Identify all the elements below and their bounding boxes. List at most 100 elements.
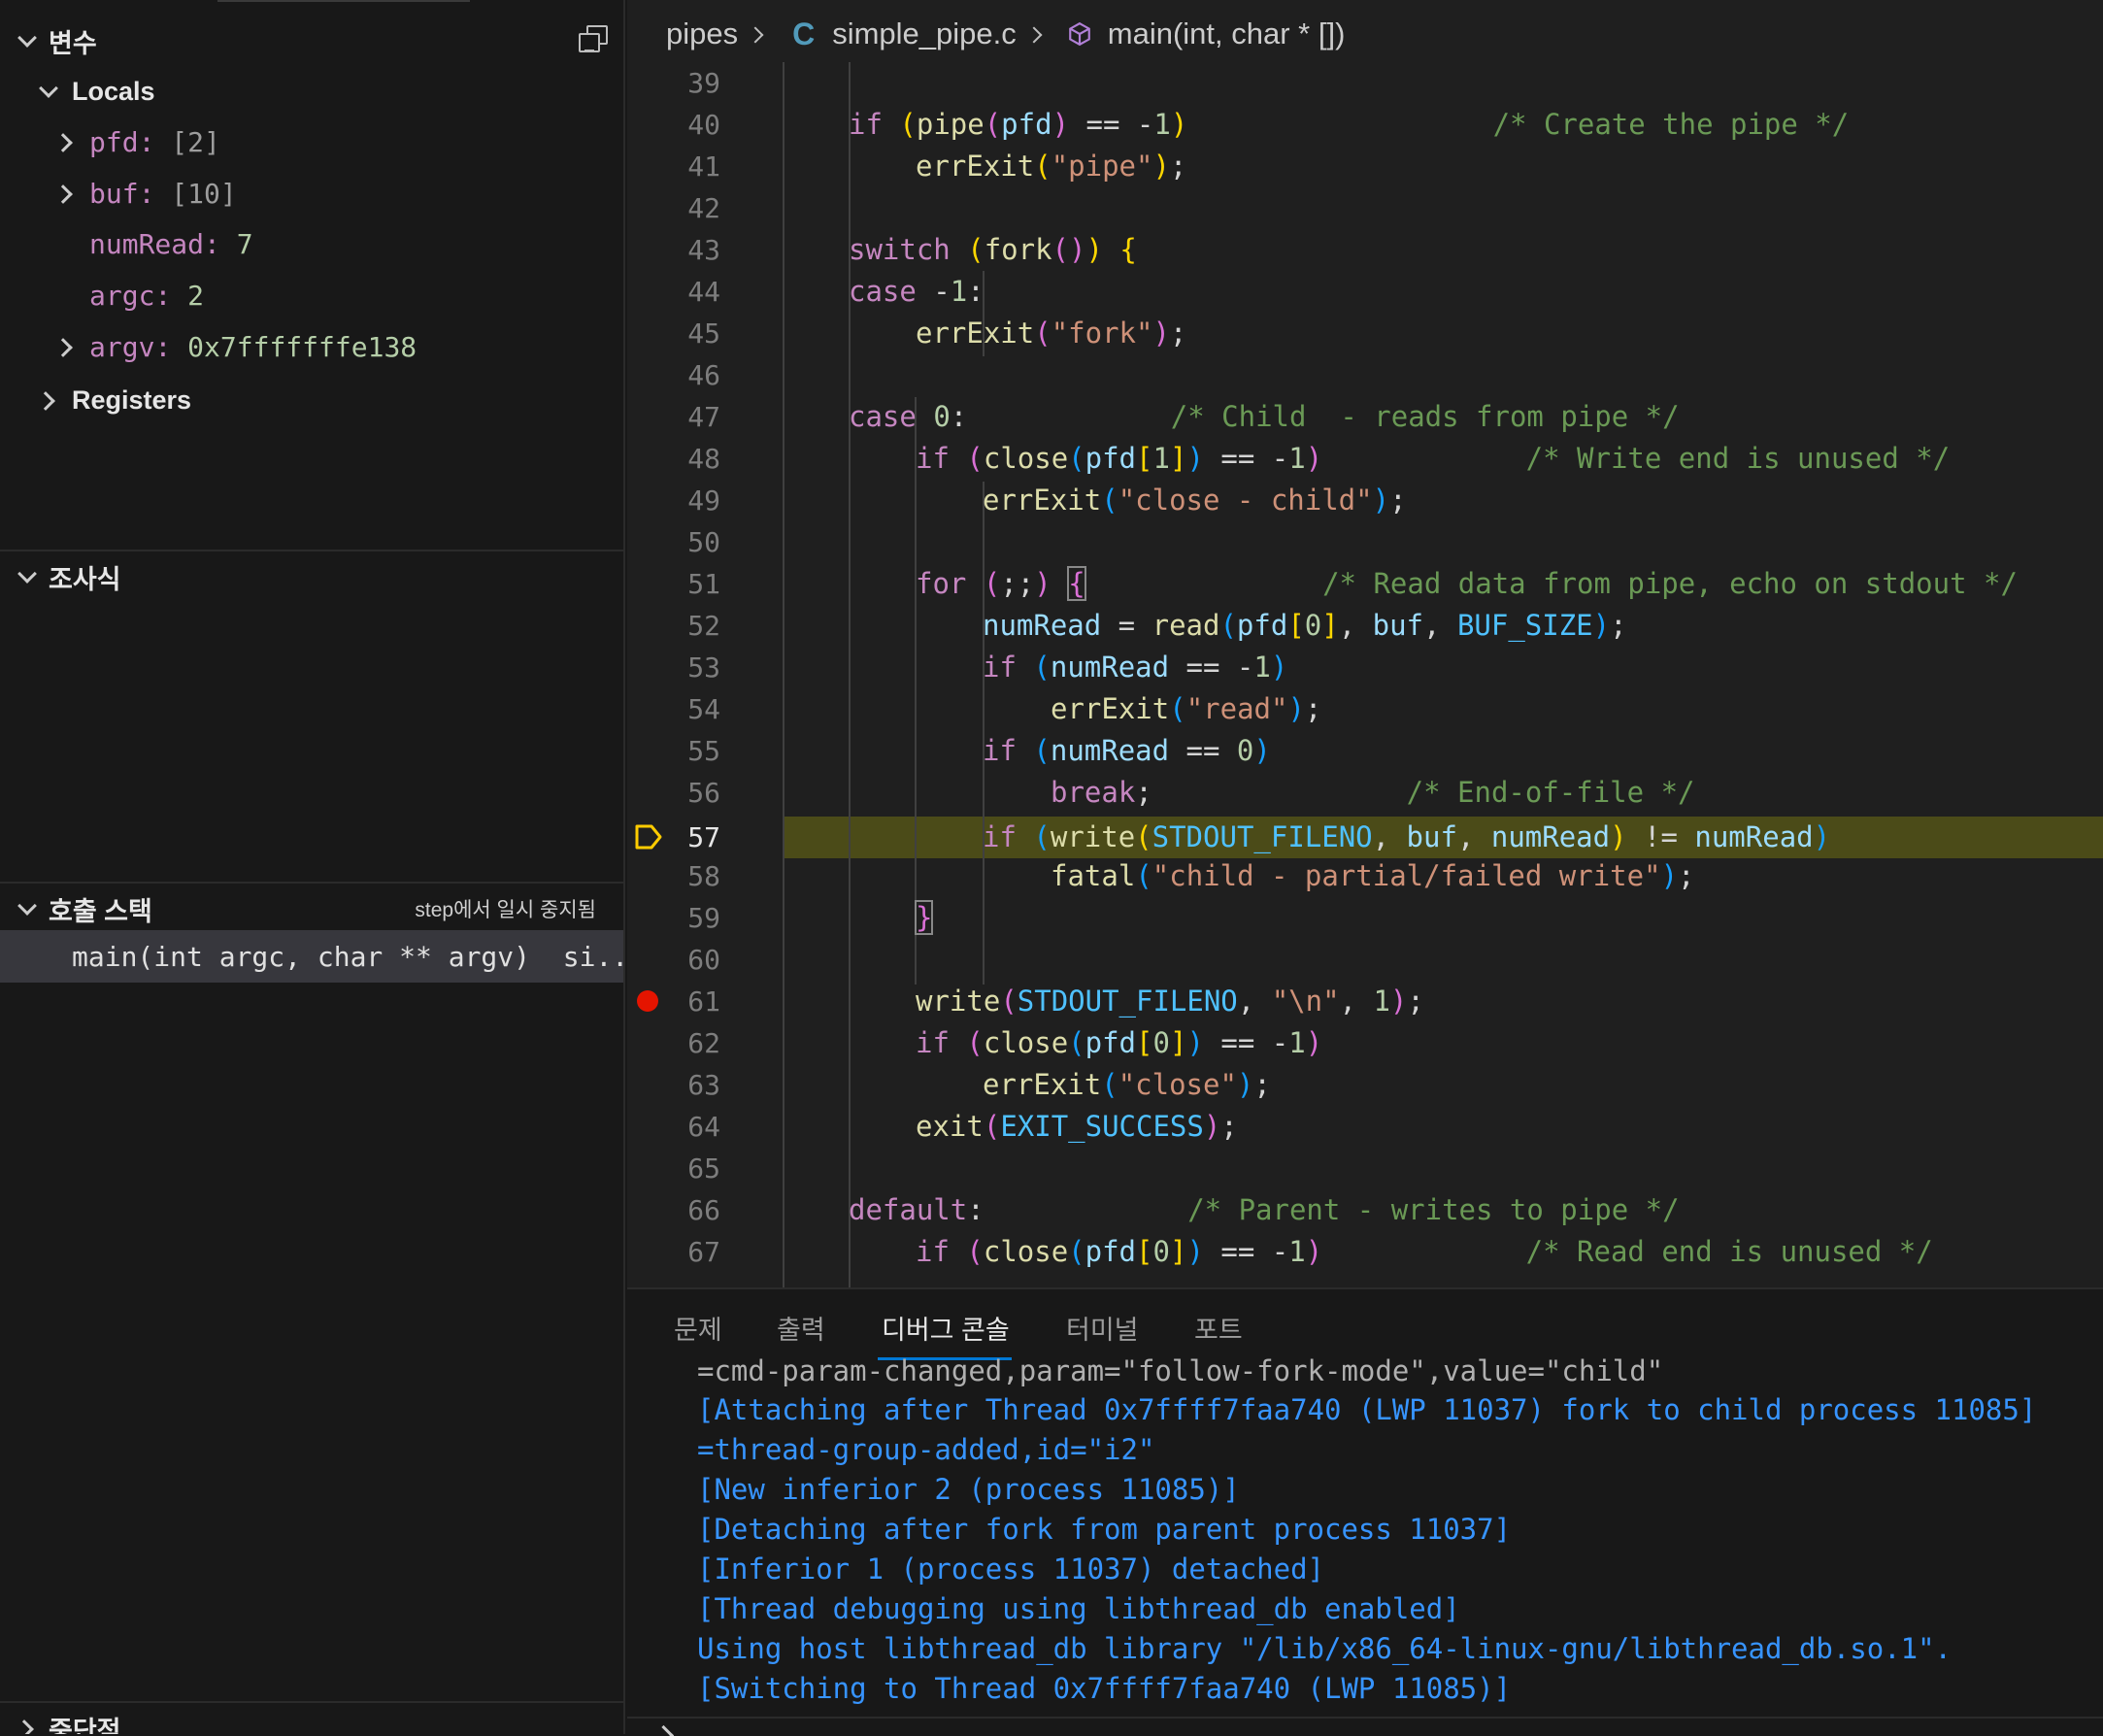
- code-line-48[interactable]: 48 if (close(pfd[1]) == -1) /* Write end…: [627, 438, 2103, 480]
- sidebar-scroll-indicator: [217, 0, 470, 2]
- tab-debug-console[interactable]: 디버그 콘솔: [882, 1309, 1010, 1347]
- bottom-panel: 문제 출력 디버그 콘솔 터미널 포트 =cmd-param-changed,p…: [627, 1287, 2103, 1736]
- console-line: Using host libthread_db library "/lib/x8…: [697, 1632, 1953, 1665]
- locals-scope[interactable]: Locals: [0, 66, 623, 117]
- c-language-icon: C: [792, 16, 816, 51]
- code-line-60[interactable]: 60: [627, 939, 2103, 981]
- call-stack-frame[interactable]: main(int argc, char ** argv) si...: [0, 930, 623, 983]
- code-line-62[interactable]: 62 if (close(pfd[0]) == -1): [627, 1022, 2103, 1064]
- code-line-39[interactable]: 39: [627, 62, 2103, 104]
- code-line-67[interactable]: 67 if (close(pfd[0]) == -1) /* Read end …: [627, 1231, 2103, 1273]
- code-text: if (numRead == 0): [983, 734, 1271, 767]
- console-line: [Thread debugging using libthread_db ena…: [697, 1592, 1460, 1625]
- code-line-40[interactable]: 40 if (pipe(pfd) == -1) /* Create the pi…: [627, 104, 2103, 146]
- code-text: errExit("close");: [983, 1068, 1271, 1101]
- code-line-42[interactable]: 42: [627, 187, 2103, 229]
- line-number: 45: [687, 317, 720, 350]
- console-line: [Switching to Thread 0x7ffff7faa740 (LWP…: [697, 1672, 1512, 1705]
- variable-argv[interactable]: argv: 0x7fffffffe138: [50, 321, 417, 372]
- line-number: 46: [687, 359, 720, 391]
- call-stack-section-header[interactable]: 호출 스택 step에서 일시 중지됨: [0, 884, 623, 934]
- breadcrumb-symbol[interactable]: main(int, char * []): [1108, 17, 1346, 51]
- variable-value: 2: [187, 279, 205, 312]
- chevron-right-icon: [1026, 24, 1046, 44]
- code-line-43[interactable]: 43 switch (fork()) {: [627, 229, 2103, 271]
- variable-argc[interactable]: argc: 2: [89, 270, 204, 320]
- variable-value: 0x7fffffffe138: [187, 330, 417, 363]
- code-line-47[interactable]: 47 case 0: /* Child - reads from pipe */: [627, 396, 2103, 438]
- breakpoints-title: 중단점: [49, 1716, 121, 1735]
- code-line-61[interactable]: 61 write(STDOUT_FILENO, "\n", 1);: [627, 981, 2103, 1022]
- call-stack-status: step에서 일시 중지됨: [415, 899, 596, 921]
- line-number: 52: [687, 610, 720, 642]
- breakpoints-section-header[interactable]: 중단점: [0, 1703, 623, 1735]
- code-line-45[interactable]: 45 errExit("fork");: [627, 313, 2103, 354]
- symbol-method-icon: [1068, 21, 1090, 47]
- chevron-right-icon: [50, 126, 82, 157]
- variable-numRead[interactable]: numRead: 7: [89, 218, 253, 269]
- code-line-56[interactable]: 56 break; /* End-of-file */: [627, 772, 2103, 814]
- line-number: 48: [687, 443, 720, 475]
- console-line: [Detaching after fork from parent proces…: [697, 1513, 1512, 1546]
- variable-pfd[interactable]: pfd: [2]: [50, 117, 220, 167]
- tab-terminal[interactable]: 터미널: [1066, 1309, 1139, 1347]
- breadcrumb-folder[interactable]: pipes: [666, 17, 738, 51]
- code-text: numRead = read(pfd[0], buf, BUF_SIZE);: [983, 609, 1627, 642]
- variable-name: numRead: [89, 227, 205, 260]
- console-input[interactable]: [627, 1717, 2103, 1736]
- code-line-63[interactable]: 63 errExit("close");: [627, 1064, 2103, 1106]
- variables-title: 변수: [49, 28, 97, 58]
- line-number: 47: [687, 401, 720, 433]
- code-line-57[interactable]: 57 if (write(STDOUT_FILENO, buf, numRead…: [627, 817, 2103, 858]
- line-number: 43: [687, 234, 720, 266]
- code-line-64[interactable]: 64 exit(EXIT_SUCCESS);: [627, 1106, 2103, 1148]
- line-number: 60: [687, 944, 720, 976]
- code-line-50[interactable]: 50: [627, 521, 2103, 563]
- debug-sidebar: 변수 Locals pfd: [2] buf: [10] numRead: 7 …: [0, 0, 625, 1734]
- code-text: write(STDOUT_FILENO, "\n", 1);: [916, 985, 1424, 1018]
- code-text: errExit("pipe");: [916, 150, 1187, 183]
- code-editor: pipes C simple_pipe.c main(int, char * […: [627, 0, 2103, 1287]
- code-line-52[interactable]: 52 numRead = read(pfd[0], buf, BUF_SIZE)…: [627, 605, 2103, 647]
- line-number: 61: [687, 985, 720, 1018]
- collapse-all-icon[interactable]: [579, 25, 608, 52]
- line-number: 59: [687, 902, 720, 934]
- variables-section-header[interactable]: 변수: [0, 16, 623, 66]
- code-line-65[interactable]: 65: [627, 1148, 2103, 1189]
- chevron-right-icon: [50, 331, 82, 362]
- registers-scope[interactable]: Registers: [0, 375, 623, 425]
- console-line: [Inferior 1 (process 11037) detached]: [697, 1552, 1325, 1586]
- code-line-58[interactable]: 58 fatal("child - partial/failed write")…: [627, 855, 2103, 897]
- variable-name: buf: [89, 177, 139, 210]
- code-line-49[interactable]: 49 errExit("close - child");: [627, 480, 2103, 521]
- watch-section-header[interactable]: 조사식: [0, 551, 623, 602]
- code-text: break; /* End-of-file */: [1051, 776, 1695, 809]
- code-line-46[interactable]: 46: [627, 354, 2103, 396]
- code-line-41[interactable]: 41 errExit("pipe");: [627, 146, 2103, 187]
- line-number: 50: [687, 526, 720, 558]
- code-line-66[interactable]: 66 default: /* Parent - writes to pipe *…: [627, 1189, 2103, 1231]
- code-text: if (write(STDOUT_FILENO, buf, numRead) !…: [983, 820, 1831, 853]
- code-line-59[interactable]: 59 }: [627, 897, 2103, 939]
- locals-label: Locals: [72, 76, 155, 106]
- variable-buf[interactable]: buf: [10]: [50, 168, 237, 218]
- line-number: 53: [687, 651, 720, 684]
- console-line: [Attaching after Thread 0x7ffff7faa740 (…: [697, 1393, 2037, 1426]
- code-text: if (close(pfd[0]) == -1): [916, 1026, 1323, 1059]
- line-number: 65: [687, 1152, 720, 1185]
- tab-problems[interactable]: 문제: [674, 1309, 722, 1347]
- code-line-53[interactable]: 53 if (numRead == -1): [627, 647, 2103, 688]
- tab-output[interactable]: 출력: [777, 1309, 825, 1347]
- watch-title: 조사식: [49, 564, 121, 594]
- code-line-55[interactable]: 55 if (numRead == 0): [627, 730, 2103, 772]
- code-line-44[interactable]: 44 case -1:: [627, 271, 2103, 313]
- line-number: 62: [687, 1027, 720, 1059]
- line-number: 56: [687, 777, 720, 809]
- code-line-54[interactable]: 54 errExit("read");: [627, 688, 2103, 730]
- code-line-51[interactable]: 51 for (;;) { /* Read data from pipe, ec…: [627, 563, 2103, 605]
- call-stack-title: 호출 스택: [49, 896, 152, 926]
- code-text: fatal("child - partial/failed write");: [1051, 859, 1695, 892]
- tab-ports[interactable]: 포트: [1194, 1309, 1243, 1347]
- breadcrumb-file[interactable]: simple_pipe.c: [832, 17, 1017, 51]
- code-text: errExit("read");: [1051, 692, 1322, 725]
